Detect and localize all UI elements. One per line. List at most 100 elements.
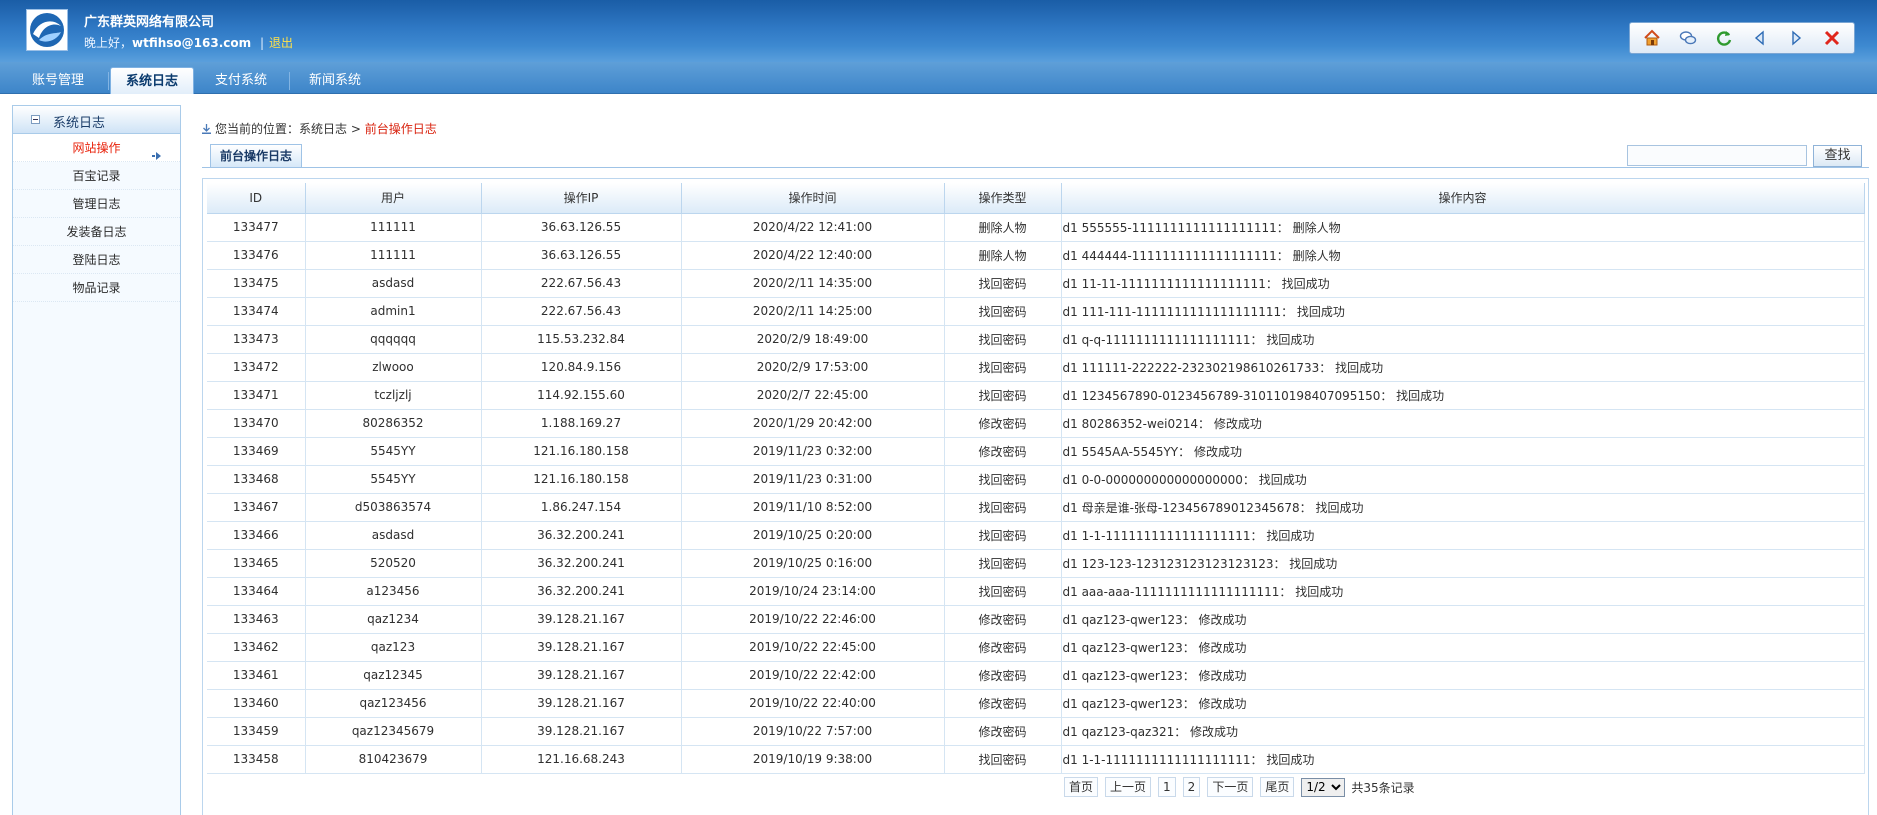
table-row[interactable]: 133463 qaz1234 39.128.21.167 2019/10/22 22:… — [207, 605, 1865, 634]
company-logo — [26, 9, 68, 51]
user-greeting: 晚上好，wtfihso@163.com | 退出 — [84, 34, 293, 51]
tab-account-management[interactable]: 账号管理 — [18, 67, 98, 94]
sidebar: 系统日志 网站操作 百宝记录 管理日志 发装备日志 登陆日志 物品记录 — [12, 105, 181, 815]
page-1-button[interactable]: 1 — [1158, 777, 1176, 797]
search-button[interactable]: 查找 — [1813, 145, 1862, 167]
cell-time: 2019/10/22 22:46:00 — [681, 605, 945, 634]
cell-type: 找回密码 — [944, 577, 1062, 606]
sidebar-item-treasure-record[interactable]: 百宝记录 — [13, 162, 180, 190]
table-row[interactable]: 133474 admin1 222.67.56.43 2020/2/11 14:25:… — [207, 297, 1865, 326]
cell-id: 133464 — [207, 577, 306, 606]
main-content: 您当前的位置：系统日志 > 前台操作日志 前台操作日志 查找 ID 用户 操作I… — [196, 105, 1871, 815]
cell-content: d1 1234567890-0123456789-310110198407095… — [1061, 381, 1865, 410]
cell-type: 找回密码 — [944, 353, 1062, 382]
cell-time: 2019/11/23 0:31:00 — [681, 465, 945, 494]
tab-system-log[interactable]: 系统日志 — [110, 67, 194, 94]
table-row[interactable]: 133471 tczljzlj 114.92.155.60 2020/2/7 22:4… — [207, 381, 1865, 410]
sidebar-header[interactable]: 系统日志 — [13, 106, 180, 134]
cell-time: 2019/10/24 23:14:00 — [681, 577, 945, 606]
table-row[interactable]: 133458 810423679 121.16.68.243 2019/10/19 9… — [207, 745, 1865, 774]
cell-id: 133458 — [207, 745, 306, 774]
cell-content: d1 母亲是谁-张母-123456789012345678： 找回成功 — [1061, 493, 1865, 522]
cell-content: d1 0-0-000000000000000000： 找回成功 — [1061, 465, 1865, 494]
cell-user: 810423679 — [305, 745, 482, 774]
back-icon[interactable] — [1742, 25, 1778, 51]
cell-content: d1 qaz123-qwer123： 修改成功 — [1061, 605, 1865, 634]
table-row[interactable]: 133466 asdasd 36.32.200.241 2019/10/25 0:20… — [207, 521, 1865, 550]
logout-link[interactable]: 退出 — [269, 36, 293, 50]
first-page-button[interactable]: 首页 — [1064, 777, 1099, 797]
cell-user: qaz123 — [305, 633, 482, 662]
breadcrumb-parent[interactable]: 系统日志 — [299, 122, 347, 136]
table-row[interactable]: 133462 qaz123 39.128.21.167 2019/10/22 22:4… — [207, 633, 1865, 662]
sidebar-item-website-operation[interactable]: 网站操作 — [13, 134, 180, 162]
cell-user: asdasd — [305, 521, 482, 550]
collapse-icon[interactable] — [31, 115, 40, 124]
sidebar-item-admin-log[interactable]: 管理日志 — [13, 190, 180, 218]
table-row[interactable]: 133460 qaz123456 39.128.21.167 2019/10/22 2… — [207, 689, 1865, 718]
tab-payment-system[interactable]: 支付系统 — [200, 67, 282, 94]
cell-user: qaz123456 — [305, 689, 482, 718]
cell-id: 133466 — [207, 521, 306, 550]
cell-content: d1 555555-1111111111111111111： 删除人物 — [1061, 213, 1865, 242]
table-row[interactable]: 133473 qqqqqq 115.53.232.84 2020/2/9 18:49:… — [207, 325, 1865, 354]
next-page-button[interactable]: 下一页 — [1207, 777, 1254, 797]
cell-ip: 222.67.56.43 — [481, 297, 682, 326]
cell-ip: 115.53.232.84 — [481, 325, 682, 354]
page-2-button[interactable]: 2 — [1182, 777, 1201, 797]
prev-page-button[interactable]: 上一页 — [1105, 777, 1152, 797]
cell-type: 找回密码 — [944, 269, 1062, 298]
user-email: wtfihso@163.com — [132, 36, 252, 50]
table-row[interactable]: 133476 111111 36.63.126.55 2020/4/22 12:40:… — [207, 241, 1865, 270]
cell-user: 520520 — [305, 549, 482, 578]
chat-icon[interactable] — [1670, 25, 1706, 51]
cell-content: d1 11-11-1111111111111111111： 找回成功 — [1061, 269, 1865, 298]
table-row[interactable]: 133461 qaz12345 39.128.21.167 2019/10/22 22… — [207, 661, 1865, 690]
table-row[interactable]: 133465 520520 36.32.200.241 2019/10/25 0:16… — [207, 549, 1865, 578]
table-row[interactable]: 133472 zlwooo 120.84.9.156 2020/2/9 17:53:0… — [207, 353, 1865, 382]
cell-ip: 36.32.200.241 — [481, 549, 682, 578]
subtab-frontend-log[interactable]: 前台操作日志 — [210, 144, 302, 167]
sidebar-item-login-log[interactable]: 登陆日志 — [13, 246, 180, 274]
cell-type: 找回密码 — [944, 493, 1062, 522]
table-row[interactable]: 133470 80286352 1.188.169.27 2020/1/29 20:4… — [207, 409, 1865, 438]
location-icon — [202, 123, 211, 137]
table-row[interactable]: 133475 asdasd 222.67.56.43 2020/2/11 14:35:… — [207, 269, 1865, 298]
sidebar-item-item-record[interactable]: 物品记录 — [13, 274, 180, 302]
cell-id: 133476 — [207, 241, 306, 270]
search-input[interactable] — [1627, 145, 1807, 166]
close-icon[interactable] — [1814, 25, 1850, 51]
cell-ip: 121.16.180.158 — [481, 437, 682, 466]
table-row[interactable]: 133477 111111 36.63.126.55 2020/4/22 12:41:… — [207, 213, 1865, 242]
cell-type: 修改密码 — [944, 689, 1062, 718]
table-row[interactable]: 133467 d503863574 1.86.247.154 2019/11/10 8… — [207, 493, 1865, 522]
cell-type: 删除人物 — [944, 241, 1062, 270]
table-row[interactable]: 133468 5545YY 121.16.180.158 2019/11/23 0:3… — [207, 465, 1865, 494]
page-select[interactable]: 1/2 — [1301, 777, 1346, 797]
cell-content: d1 111111-222222-232302198610261733： 找回成… — [1061, 353, 1865, 382]
cell-content: d1 qaz123-qwer123： 修改成功 — [1061, 661, 1865, 690]
sidebar-item-label: 管理日志 — [72, 197, 121, 211]
last-page-button[interactable]: 尾页 — [1260, 777, 1295, 797]
table-row[interactable]: 133469 5545YY 121.16.180.158 2019/11/23 0:3… — [207, 437, 1865, 466]
breadcrumb: 您当前的位置：系统日志 > 前台操作日志 — [202, 120, 437, 137]
table-row[interactable]: 133459 qaz12345679 39.128.21.167 2019/10/22… — [207, 717, 1865, 746]
table-header-row: ID 用户 操作IP 操作时间 操作类型 操作内容 — [207, 183, 1865, 214]
cell-content: d1 q-q-1111111111111111111： 找回成功 — [1061, 325, 1865, 354]
tab-news-system[interactable]: 新闻系统 — [295, 67, 375, 94]
forward-icon[interactable] — [1778, 25, 1814, 51]
cell-ip: 39.128.21.167 — [481, 605, 682, 634]
sidebar-item-equipment-log[interactable]: 发装备日志 — [13, 218, 180, 246]
table-body: 133477 111111 36.63.126.55 2020/4/22 12:41:… — [207, 213, 1865, 774]
cell-user: admin1 — [305, 297, 482, 326]
company-name: 广东群英网络有限公司 — [84, 15, 215, 30]
cell-ip: 39.128.21.167 — [481, 661, 682, 690]
home-icon[interactable] — [1634, 25, 1670, 51]
column-header-user: 用户 — [305, 183, 482, 214]
cell-user: zlwooo — [305, 353, 482, 382]
table-row[interactable]: 133464 a123456 36.32.200.241 2019/10/24 23:… — [207, 577, 1865, 606]
cell-id: 133459 — [207, 717, 306, 746]
cell-id: 133462 — [207, 633, 306, 662]
cell-type: 找回密码 — [944, 297, 1062, 326]
refresh-icon[interactable] — [1706, 25, 1742, 51]
